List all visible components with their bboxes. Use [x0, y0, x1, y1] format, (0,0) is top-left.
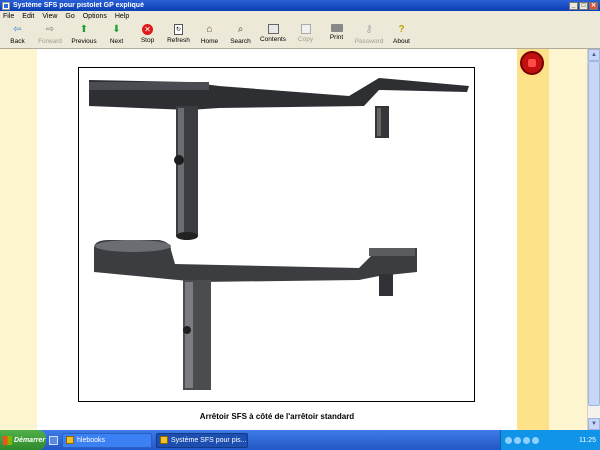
previous-label: Previous: [71, 38, 97, 45]
help-book-icon: [160, 436, 168, 444]
back-button[interactable]: ⇦ Back: [2, 22, 33, 49]
start-label: Démarrer: [14, 436, 46, 444]
refresh-button[interactable]: ↻ Refresh: [163, 22, 194, 49]
photo-caption: Arrêtoir SFS à côté de l'arrêtoir standa…: [199, 412, 355, 421]
about-label: About: [393, 38, 410, 45]
task-label: Système SFS pour pis...: [171, 436, 247, 444]
refresh-label: Refresh: [167, 37, 190, 44]
taskbar-item-hlebooks[interactable]: hlebooks: [62, 432, 152, 448]
copy-button[interactable]: Copy: [290, 22, 321, 49]
menu-file[interactable]: File: [3, 13, 14, 20]
taskbar-item-sfs[interactable]: Système SFS pour pis...: [156, 432, 248, 448]
left-margin-band: [0, 49, 37, 430]
network-icon[interactable]: [505, 436, 512, 444]
tray-icons: [505, 436, 539, 444]
refresh-icon: ↻: [174, 24, 183, 35]
next-label: Next: [109, 38, 124, 45]
menu-go[interactable]: Go: [65, 13, 74, 20]
maximize-button[interactable]: □: [579, 1, 588, 10]
stop-label: Stop: [140, 37, 155, 44]
right-margin-band: [517, 49, 549, 430]
print-button[interactable]: Print: [321, 22, 352, 49]
scroll-down-arrow-icon[interactable]: ▼: [588, 418, 600, 430]
clock[interactable]: 11:25: [579, 437, 596, 444]
menu-view[interactable]: View: [42, 13, 57, 20]
copy-label: Copy: [297, 36, 314, 43]
password-label: Password: [354, 38, 384, 45]
system-tray: 11:25: [500, 430, 600, 450]
windows-flag-icon: [3, 435, 12, 445]
arrow-down-icon: ⬇: [112, 24, 121, 35]
quick-launch-icon[interactable]: [49, 435, 58, 445]
start-button[interactable]: Démarrer: [0, 430, 46, 450]
update-icon[interactable]: [532, 436, 539, 444]
window-controls: _ □ ✕: [569, 1, 600, 10]
right-outer-band: [549, 49, 587, 430]
minimize-button[interactable]: _: [569, 1, 578, 10]
stop-icon: ✕: [142, 24, 153, 35]
copy-icon: [300, 24, 311, 34]
stop-button[interactable]: ✕ Stop: [132, 22, 163, 49]
quick-launch: [49, 435, 58, 445]
app-icon: [2, 1, 10, 10]
window-title: Système SFS pour pistolet GP expliqué: [13, 2, 144, 9]
folder-icon: [66, 436, 74, 444]
forward-button[interactable]: ⇨ Forward: [33, 22, 67, 49]
taskbar: Démarrer hlebooks Système SFS pour pis..…: [0, 430, 600, 450]
title-bar[interactable]: Système SFS pour pistolet GP expliqué _ …: [0, 0, 600, 11]
password-button[interactable]: ⚷ Password: [352, 22, 386, 49]
menu-bar: File Edit View Go Options Help: [0, 11, 600, 22]
print-icon: [330, 24, 343, 32]
contents-label: Contents: [259, 36, 287, 43]
app-window: Système SFS pour pistolet GP expliqué _ …: [0, 0, 600, 450]
search-button[interactable]: ⌕ Search: [225, 22, 256, 49]
print-label: Print: [329, 34, 344, 41]
product-photo: [78, 67, 475, 402]
arrow-up-icon: ⬆: [79, 24, 89, 35]
content-area: Arrêtoir SFS à côté de l'arrêtoir standa…: [0, 49, 600, 430]
next-button[interactable]: ⬇ Next: [101, 22, 132, 49]
vertical-scrollbar[interactable]: ▲ ▼: [587, 49, 600, 430]
arrow-right-icon: ⇨: [45, 24, 55, 35]
search-label: Search: [230, 38, 251, 45]
stop-badge-icon[interactable]: [520, 51, 544, 75]
back-label: Back: [10, 38, 25, 45]
scroll-up-arrow-icon[interactable]: ▲: [588, 49, 600, 61]
forward-label: Forward: [38, 38, 62, 45]
toolbar: ⇦ Back ⇨ Forward ⬆ Previous ⬇ Next ✕ Sto…: [0, 22, 600, 49]
home-label: Home: [200, 38, 219, 45]
help-icon: ?: [398, 24, 405, 35]
key-icon: ⚷: [365, 24, 373, 35]
scroll-thumb[interactable]: [588, 61, 600, 406]
close-button[interactable]: ✕: [589, 1, 598, 10]
about-button[interactable]: ? About: [386, 22, 417, 49]
menu-edit[interactable]: Edit: [22, 13, 34, 20]
home-icon: ⌂: [206, 24, 213, 35]
volume-icon[interactable]: [514, 436, 521, 444]
previous-button[interactable]: ⬆ Previous: [67, 22, 101, 49]
contents-icon: [267, 24, 279, 34]
slide-stop-photo: [79, 68, 474, 401]
menu-options[interactable]: Options: [83, 13, 107, 20]
search-icon: ⌕: [237, 24, 244, 35]
task-label: hlebooks: [77, 436, 106, 444]
home-button[interactable]: ⌂ Home: [194, 22, 225, 49]
security-icon[interactable]: [523, 436, 530, 444]
menu-help[interactable]: Help: [115, 13, 129, 20]
arrow-left-icon: ⇦: [13, 24, 22, 35]
contents-button[interactable]: Contents: [256, 22, 290, 49]
